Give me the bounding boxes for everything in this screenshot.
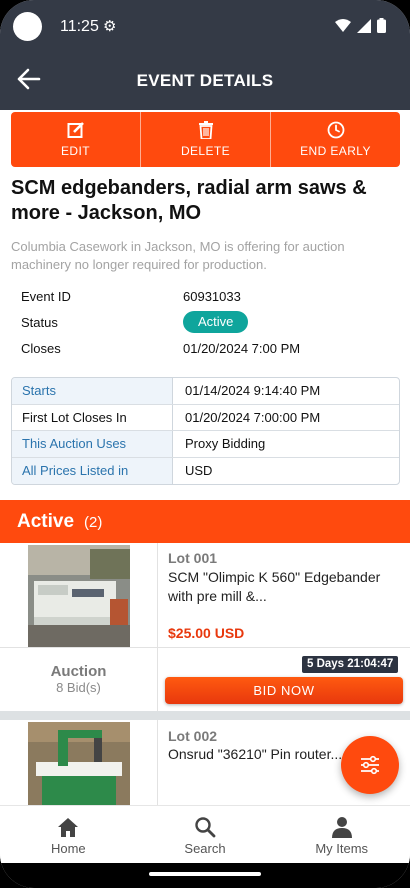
trash-icon — [198, 121, 213, 139]
event-title: SCM edgebanders, radial arm saws & more … — [11, 177, 367, 224]
info-label: Closes — [21, 341, 61, 356]
settings-gear-icon: ⚙ — [103, 18, 117, 35]
user-icon — [331, 817, 352, 838]
end-early-label: END EARLY — [300, 144, 371, 158]
auction-details-table: Starts 01/14/2024 9:14:40 PM First Lot C… — [11, 377, 400, 485]
home-indicator[interactable] — [149, 872, 261, 876]
info-row-status: Status Active — [21, 311, 391, 337]
info-label: Event ID — [21, 289, 71, 304]
tab-home[interactable]: Home — [0, 806, 137, 863]
lot-divider — [157, 720, 158, 805]
info-row-closes: Closes 01/20/2024 7:00 PM — [21, 337, 391, 363]
prices-listed-value: USD — [185, 462, 213, 478]
bid-now-label: BID NOW — [253, 683, 315, 698]
closes-value: 01/20/2024 7:00 PM — [183, 341, 301, 356]
info-row-event-id: Event ID 60931033 — [21, 285, 391, 311]
wifi-icon — [335, 19, 351, 32]
table-row: Starts 01/14/2024 9:14:40 PM — [12, 378, 399, 405]
event-info: Event ID 60931033 Status Active Closes 0… — [21, 285, 391, 363]
edit-button[interactable]: EDIT — [11, 112, 141, 167]
tab-my-items[interactable]: My Items — [273, 806, 410, 863]
event-id-value: 60931033 — [183, 289, 241, 304]
lot-type: Auction — [50, 663, 107, 680]
lot-separator — [0, 711, 410, 720]
table-row: This Auction Uses Proxy Bidding — [12, 431, 399, 458]
lot-card[interactable]: Lot 001 SCM "Olimpic K 560" Edgebander w… — [0, 543, 410, 713]
end-early-button[interactable]: END EARLY — [271, 112, 400, 167]
starts-value: 01/14/2024 9:14:40 PM — [185, 383, 321, 398]
tab-my-items-label: My Items — [315, 841, 369, 856]
action-bar: EDIT DELETE END EARLY — [11, 112, 400, 167]
auction-uses-label: This Auction Uses — [12, 431, 173, 457]
lot-thumbnail[interactable] — [28, 545, 130, 647]
lot-divider — [157, 543, 158, 713]
system-icons — [335, 18, 386, 33]
tab-home-label: Home — [50, 841, 86, 856]
tab-search[interactable]: Search — [137, 806, 274, 863]
filter-sliders-icon — [361, 755, 379, 775]
delete-button[interactable]: DELETE — [141, 112, 271, 167]
countdown-badge: 5 Days 21:04:47 — [302, 656, 399, 673]
lot-hdivider — [0, 647, 410, 648]
event-description: Columbia Casework in Jackson, MO is offe… — [11, 239, 345, 272]
active-lots-header: Active (2) — [0, 500, 410, 543]
lot-title[interactable]: SCM "Olimpic K 560" Edgebander with pre … — [168, 568, 393, 606]
bottom-tab-bar: Home Search My Items — [0, 805, 410, 863]
battery-icon — [377, 18, 386, 33]
edit-label: EDIT — [61, 144, 90, 158]
page-title: EVENT DETAILS — [136, 71, 274, 90]
status-time: 11:25 — [60, 18, 99, 35]
table-row: First Lot Closes In 01/20/2024 7:00:00 P… — [12, 404, 399, 431]
tab-search-label: Search — [184, 841, 226, 856]
status-badge: Active — [183, 311, 249, 333]
home-icon — [58, 818, 79, 837]
info-label: Status — [21, 315, 58, 330]
prices-listed-label: All Prices Listed in — [12, 457, 173, 484]
status-bar: 11:25 ⚙ — [0, 0, 410, 52]
bid-now-button[interactable]: BID NOW — [165, 677, 403, 704]
camera-cutout — [13, 12, 42, 41]
lot-number: Lot 002 — [168, 728, 218, 744]
filter-button[interactable] — [341, 736, 399, 794]
phone-screen: 11:25 ⚙ EVENT DETAILS EDIT DELETE END EA… — [0, 0, 410, 888]
edit-icon — [67, 122, 84, 138]
active-section-title: Active — [17, 511, 75, 532]
first-lot-closes-label: First Lot Closes In — [12, 404, 173, 430]
auction-uses-value: Proxy Bidding — [185, 436, 266, 451]
lot-bid-count: 8 Bid(s) — [56, 680, 101, 695]
lot-number: Lot 001 — [168, 550, 218, 566]
signal-icon — [357, 18, 371, 33]
first-lot-closes-value: 01/20/2024 7:00:00 PM — [185, 409, 321, 425]
search-icon — [195, 817, 216, 838]
lot-price: $25.00 USD — [168, 625, 245, 641]
starts-label: Starts — [12, 378, 173, 404]
active-count: (2) — [84, 514, 103, 531]
table-row: All Prices Listed in USD — [12, 457, 399, 484]
delete-label: DELETE — [180, 144, 231, 158]
lot-thumbnail[interactable] — [28, 722, 130, 805]
clock-icon — [327, 121, 344, 139]
